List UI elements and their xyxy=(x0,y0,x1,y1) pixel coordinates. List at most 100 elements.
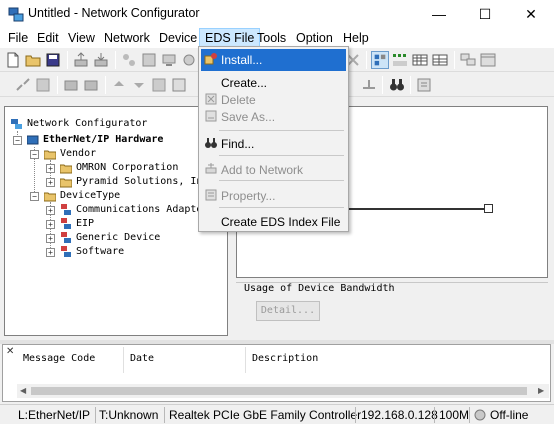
tree-expander[interactable]: − xyxy=(13,136,22,145)
network-line xyxy=(347,208,487,210)
window-tile-icon[interactable] xyxy=(459,51,477,69)
tree-expander[interactable]: + xyxy=(46,206,55,215)
status-separator xyxy=(469,407,470,423)
tree-node-label: EIP xyxy=(76,218,95,229)
close-button[interactable]: ✕ xyxy=(508,0,554,28)
device-type-icon xyxy=(61,204,71,215)
app-icon xyxy=(8,7,24,22)
menu-view[interactable]: View xyxy=(63,28,100,48)
folder-icon xyxy=(44,150,56,160)
tree-node-label: EtherNet/IP Hardware xyxy=(43,134,164,145)
tree-expander[interactable]: + xyxy=(46,248,55,257)
device-bandwidth-group: Usage of Device Bandwidth Detail... xyxy=(236,282,548,336)
column-description[interactable]: Description xyxy=(246,347,546,373)
tree-expander[interactable]: − xyxy=(30,150,39,159)
menu-item-property[interactable]: Property... xyxy=(201,185,346,207)
device-type-icon xyxy=(61,246,71,257)
offline-icon xyxy=(474,409,486,421)
menu-item-install[interactable]: Install... xyxy=(201,49,346,71)
horizontal-scrollbar[interactable]: ◀ ▶ xyxy=(17,384,549,398)
menu-item-save-as[interactable]: Save As... xyxy=(201,106,346,128)
view-list-icon[interactable] xyxy=(411,51,429,69)
tree-node-label: Software xyxy=(76,246,125,257)
binoculars-icon xyxy=(205,138,217,148)
message-window: ✕ Message Code Date Description ◀ ▶ xyxy=(2,344,551,402)
tree-expander[interactable]: + xyxy=(46,178,55,187)
message-table-header: Message Code Date Description xyxy=(17,347,548,373)
view-large-icon[interactable] xyxy=(371,51,389,69)
network-compare-icon[interactable] xyxy=(120,51,138,69)
binoculars-icon[interactable] xyxy=(388,76,406,94)
connect-icon[interactable] xyxy=(14,76,32,94)
view-small-icon[interactable] xyxy=(391,51,409,69)
menu-edit[interactable]: Edit xyxy=(32,28,64,48)
device-type-icon xyxy=(61,218,71,229)
window-cascade-icon[interactable] xyxy=(479,51,497,69)
toolbar-separator xyxy=(382,76,383,94)
column-date[interactable]: Date xyxy=(124,347,246,373)
menu-file[interactable]: File xyxy=(3,28,33,48)
property-icon xyxy=(205,189,217,201)
properties-icon[interactable] xyxy=(415,76,433,94)
tree-expander[interactable]: − xyxy=(30,192,39,201)
detail-button[interactable]: Detail... xyxy=(256,301,320,321)
menu-item-label: Add to Network xyxy=(221,163,304,177)
upload-icon[interactable] xyxy=(72,51,90,69)
menu-option[interactable]: Option xyxy=(291,28,338,48)
new-file-icon[interactable] xyxy=(4,51,22,69)
arrange-icon[interactable] xyxy=(360,76,378,94)
menu-item-label: Property... xyxy=(221,189,276,203)
menu-item-find[interactable]: Find... xyxy=(201,133,346,155)
move-down-icon[interactable] xyxy=(130,76,148,94)
scrollbar-thumb[interactable] xyxy=(31,387,527,395)
toolbar-separator xyxy=(366,51,367,69)
parameter-edit-icon[interactable] xyxy=(34,76,52,94)
scroll-left-icon[interactable]: ◀ xyxy=(20,386,26,395)
tree-root-label: Network Configurator xyxy=(27,118,148,129)
message-close-button[interactable]: ✕ xyxy=(6,346,14,357)
hardware-icon xyxy=(27,135,39,145)
status-separator xyxy=(355,407,356,423)
tree-expander[interactable]: + xyxy=(46,164,55,173)
maximize-button[interactable]: ☐ xyxy=(462,0,508,28)
menu-device[interactable]: Device xyxy=(154,28,202,48)
menu-tools[interactable]: Tools xyxy=(252,28,291,48)
toolbar-separator xyxy=(67,51,68,69)
menu-help[interactable]: Help xyxy=(338,28,374,48)
menu-item-label: Find... xyxy=(221,137,255,151)
open-folder-icon[interactable] xyxy=(24,51,42,69)
tree-expander[interactable]: + xyxy=(46,220,55,229)
menu-item-label: Delete xyxy=(221,93,256,107)
register-icon[interactable] xyxy=(170,76,188,94)
scroll-right-icon[interactable]: ▶ xyxy=(538,386,544,395)
tree-expander[interactable]: + xyxy=(46,234,55,243)
device-download-icon[interactable] xyxy=(82,76,100,94)
monitor-icon[interactable] xyxy=(160,51,178,69)
toolbar-separator xyxy=(57,76,58,94)
menu-network[interactable]: Network xyxy=(99,28,155,48)
status-device: T:Unknown xyxy=(99,408,159,422)
vendor-icon xyxy=(60,164,72,174)
eds-file-menu: Install... Create... Delete Save As... F… xyxy=(198,46,349,232)
online-icon[interactable] xyxy=(180,51,198,69)
menu-item-create-eds-index-file[interactable]: Create EDS Index File xyxy=(201,211,346,233)
toolbar-separator xyxy=(454,51,455,69)
toolbar-separator xyxy=(105,76,106,94)
status-ip: 192.168.0.128 xyxy=(361,408,438,422)
download-icon[interactable] xyxy=(92,51,110,69)
menu-item-add-to-network[interactable]: Add to Network xyxy=(201,159,346,181)
view-details-icon[interactable] xyxy=(431,51,449,69)
minimize-button[interactable]: — xyxy=(416,0,462,28)
device-parameter-icon[interactable] xyxy=(140,51,158,69)
column-message-code[interactable]: Message Code xyxy=(17,347,124,373)
vendor-icon xyxy=(60,178,72,188)
menu-separator xyxy=(219,130,344,131)
network-node[interactable] xyxy=(484,204,493,213)
install-icon xyxy=(204,53,217,65)
save-icon[interactable] xyxy=(44,51,62,69)
hardware-tree: Network Configurator − EtherNet/IP Hardw… xyxy=(4,106,228,336)
status-bar: L:EtherNet/IP T:Unknown Realtek PCIe GbE… xyxy=(0,404,554,424)
move-up-icon[interactable] xyxy=(110,76,128,94)
device-upload-icon[interactable] xyxy=(62,76,80,94)
verify-icon[interactable] xyxy=(150,76,168,94)
